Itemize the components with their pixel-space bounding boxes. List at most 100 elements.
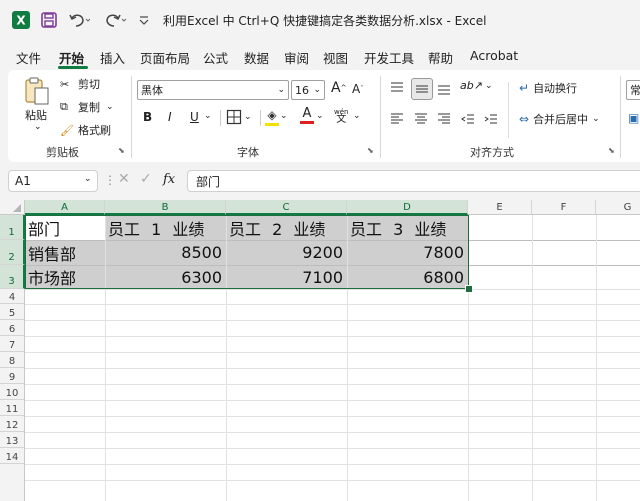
row-header-10[interactable]: 10 (0, 384, 25, 400)
chevron-down-icon: ⌄ (313, 85, 321, 95)
wrap-text-button[interactable]: ↵ 自动换行 (519, 80, 577, 96)
decrease-font-size-button[interactable]: Aˇ (352, 82, 364, 96)
enter-check-icon[interactable]: ✓ (140, 171, 152, 187)
tab-developer[interactable]: 开发工具 (364, 48, 414, 67)
row-header-9[interactable]: 9 (0, 368, 25, 384)
row-header-7[interactable]: 7 (0, 336, 25, 352)
ribbon-separator (260, 110, 261, 126)
grid-line (596, 215, 597, 501)
currency-format-icon[interactable]: ▣ (628, 111, 639, 125)
grid-line (25, 304, 640, 305)
align-top-button[interactable] (389, 80, 405, 96)
merge-center-button[interactable]: ⇔ 合并后居中 ⌄ (519, 111, 600, 127)
font-group-label: 字体 (237, 146, 259, 159)
font-size-select[interactable]: 16 ⌄ (291, 80, 325, 100)
format-painter-button[interactable]: 🖌 格式刷 (60, 122, 111, 138)
increase-indent-icon (484, 114, 497, 124)
row-header-4[interactable]: 4 (0, 289, 25, 304)
align-right-button[interactable] (436, 111, 452, 127)
grid-line (25, 352, 640, 353)
underline-dropdown-icon[interactable]: ⌄ (204, 111, 212, 121)
grid-line (25, 416, 640, 417)
increase-indent-button[interactable] (483, 111, 499, 127)
font-color-dropdown-icon[interactable]: ⌄ (316, 111, 324, 121)
window-title: 利用Excel 中 Ctrl+Q 快捷键搞定各类数据分析.xlsx - Exce… (163, 14, 487, 28)
customize-qat-icon[interactable] (138, 10, 150, 30)
column-header-g[interactable]: G (596, 200, 640, 215)
font-launcher-icon[interactable]: ⬊ (367, 146, 374, 155)
tab-data[interactable]: 数据 (244, 48, 269, 67)
row-header-1[interactable]: 1 (0, 215, 25, 240)
row-header-2[interactable]: 2 (0, 240, 25, 265)
number-format-value: 常 (630, 84, 640, 97)
align-left-button[interactable] (389, 111, 405, 127)
redo-icon[interactable] (104, 10, 128, 30)
row-header-8[interactable]: 8 (0, 352, 25, 368)
clipboard-launcher-icon[interactable]: ⬊ (118, 146, 125, 155)
cancel-icon[interactable]: ✕ (118, 171, 130, 187)
paste-icon[interactable] (22, 76, 52, 106)
tab-formulas[interactable]: 公式 (203, 48, 228, 67)
font-name-select[interactable]: 黑体 ⌄ (137, 80, 289, 100)
increase-font-size-button[interactable]: A ^ (331, 80, 346, 96)
tab-page-layout[interactable]: 页面布局 (140, 48, 190, 67)
underline-button[interactable]: U (190, 110, 199, 124)
tab-acrobat[interactable]: Acrobat (470, 48, 518, 63)
formula-input[interactable]: 部门 (187, 170, 640, 192)
worksheet-grid[interactable]: A B C D E F G 1 2 3 4 5 6 7 8 9 10 11 12… (0, 200, 640, 501)
undo-icon[interactable] (68, 10, 90, 30)
row-header-13[interactable]: 13 (0, 432, 25, 448)
font-color-button[interactable]: A (300, 106, 314, 124)
column-header-d[interactable]: D (347, 200, 468, 215)
copy-button[interactable]: ⧉ 复制 ⌄ (60, 99, 114, 115)
paste-label[interactable]: 粘贴 (25, 107, 47, 123)
selection-range-border (25, 215, 469, 289)
align-bottom-button[interactable] (436, 80, 452, 96)
name-box-dropdown-icon[interactable]: ⌄ (84, 174, 92, 184)
more-options-icon[interactable]: ⋮ (104, 173, 116, 187)
chevron-down-icon: ⌄ (244, 112, 252, 122)
fill-color-button[interactable]: ◈ (265, 108, 279, 126)
tab-view[interactable]: 视图 (323, 48, 348, 67)
fill-handle[interactable] (465, 285, 473, 293)
fill-color-dropdown-icon[interactable]: ⌄ (280, 111, 288, 121)
chevron-down-icon: ⌄ (106, 102, 114, 112)
phonetic-dropdown-icon[interactable]: ⌄ (353, 111, 361, 121)
italic-button[interactable]: I (168, 110, 172, 124)
excel-icon: X (12, 10, 30, 30)
merge-center-label: 合并后居中 (533, 113, 589, 126)
borders-button[interactable]: ⌄ (226, 109, 252, 125)
bold-button[interactable]: B (143, 110, 152, 124)
row-header-14[interactable]: 14 (0, 448, 25, 464)
tab-help[interactable]: 帮助 (428, 48, 453, 67)
save-icon[interactable] (40, 10, 58, 30)
phonetic-button[interactable]: wén 文 (334, 108, 348, 125)
tab-review[interactable]: 审阅 (284, 48, 309, 67)
alignment-launcher-icon[interactable]: ⬊ (608, 146, 615, 155)
row-header-15[interactable] (0, 464, 25, 501)
column-header-c[interactable]: C (226, 200, 347, 215)
tab-file[interactable]: 文件 (16, 48, 41, 67)
tab-home[interactable]: 开始 (59, 48, 84, 67)
insert-function-button[interactable]: fx (163, 172, 175, 187)
decrease-indent-button[interactable] (460, 111, 476, 127)
clipboard-group-label: 剪贴板 (46, 146, 79, 159)
grid-line (25, 336, 640, 337)
row-header-12[interactable]: 12 (0, 416, 25, 432)
row-header-5[interactable]: 5 (0, 304, 25, 320)
row-header-11[interactable]: 11 (0, 400, 25, 416)
align-center-button[interactable] (413, 111, 429, 127)
number-format-select[interactable]: 常 (626, 80, 640, 100)
select-all-corner[interactable] (0, 200, 25, 215)
row-header-6[interactable]: 6 (0, 320, 25, 336)
paste-dropdown-icon[interactable]: ⌄ (34, 122, 42, 132)
orientation-button[interactable]: ab↗ ⌄ (460, 79, 493, 92)
row-header-3[interactable]: 3 (0, 265, 25, 289)
cut-button[interactable]: ✂ 剪切 (60, 76, 100, 92)
align-middle-button[interactable] (411, 78, 433, 100)
tab-insert[interactable]: 插入 (100, 48, 125, 67)
column-header-b[interactable]: B (105, 200, 226, 215)
column-header-e[interactable]: E (468, 200, 532, 215)
column-header-f[interactable]: F (532, 200, 596, 215)
column-header-a[interactable]: A (25, 200, 105, 215)
